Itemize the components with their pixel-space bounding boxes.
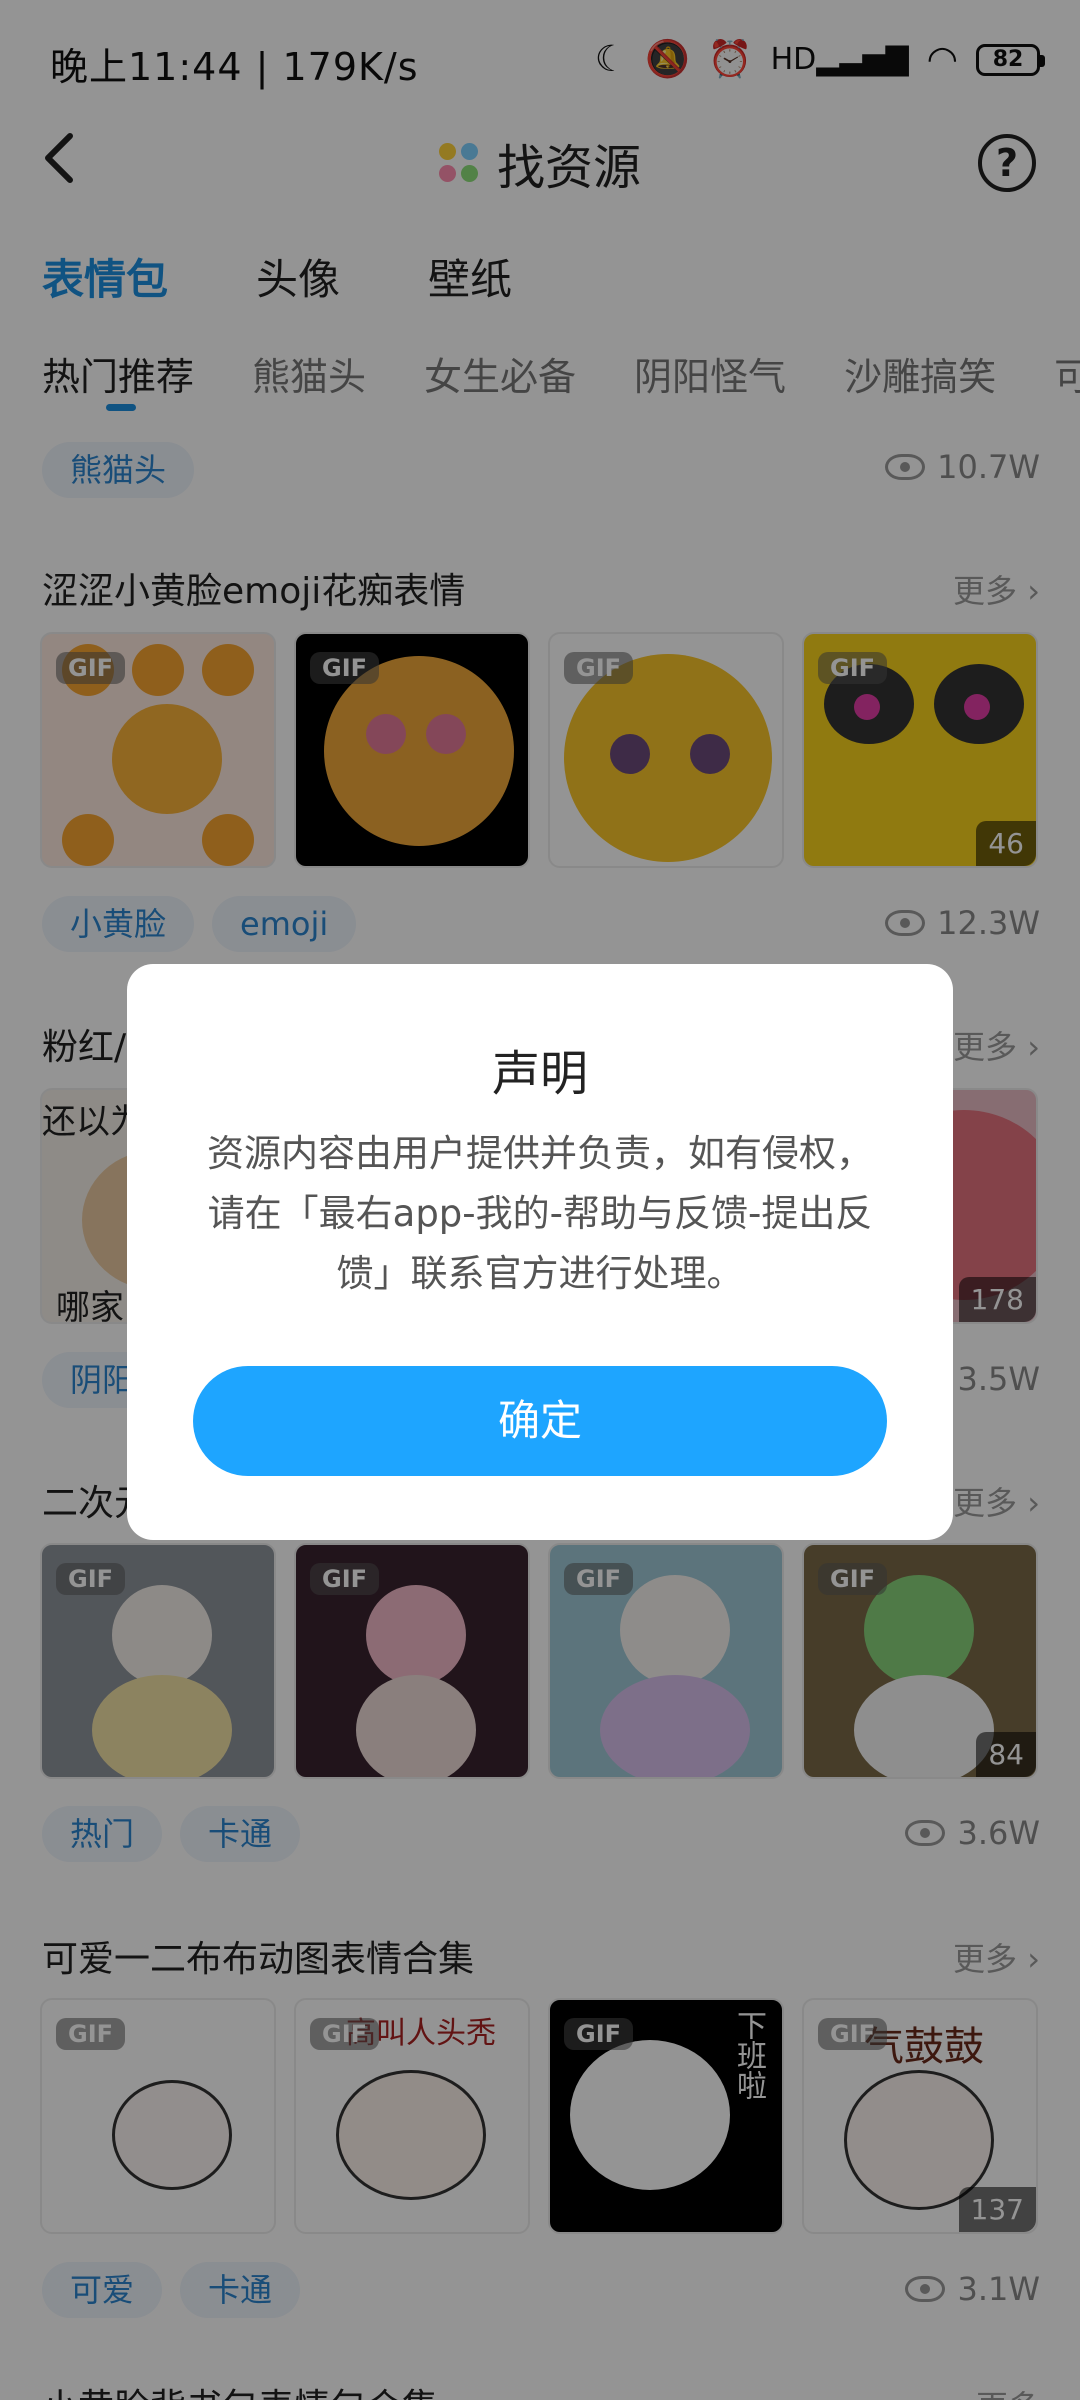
- dialog-body: 资源内容由用户提供并负责，如有侵权，请在「最右app-我的-帮助与反馈-提出反馈…: [207, 1132, 873, 1295]
- confirm-button[interactable]: 确定: [193, 1366, 887, 1476]
- disclaimer-dialog: 声明 资源内容由用户提供并负责，如有侵权，请在「最右app-我的-帮助与反馈-提…: [127, 964, 953, 1540]
- dialog-title: 声明: [491, 1046, 588, 1102]
